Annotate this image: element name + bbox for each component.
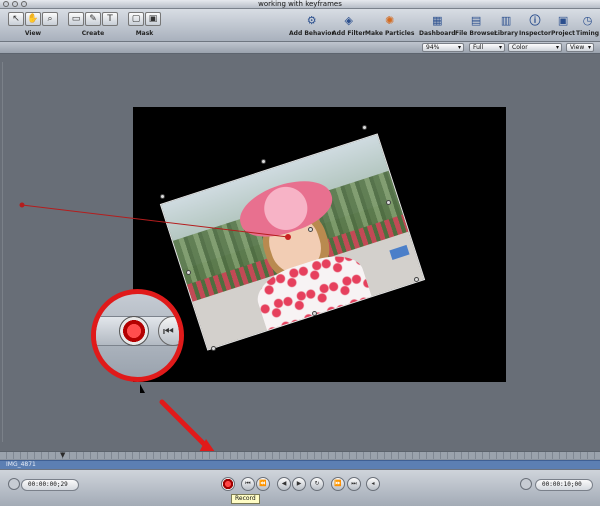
loop-button[interactable]: ↻	[310, 477, 324, 491]
current-time-field[interactable]: 00:00:00;29	[21, 479, 79, 491]
clip-name: IMG_4871	[6, 461, 36, 468]
audio-toggle-button[interactable]: ◂	[366, 477, 380, 491]
timeline-ruler[interactable]	[0, 452, 600, 459]
next-frame-button[interactable]: ⏩	[331, 477, 345, 491]
duration-display-toggle-icon[interactable]	[520, 478, 532, 490]
record-button[interactable]	[221, 477, 235, 491]
go-to-end-button[interactable]: ⏭	[347, 477, 361, 491]
clip-bar[interactable]	[0, 460, 600, 469]
previous-frame-button[interactable]: ◀	[277, 477, 291, 491]
time-display-toggle-icon[interactable]	[8, 478, 20, 490]
callout-arrow	[159, 399, 226, 468]
transport-bar: 00:00:00;29 ⏮ ⏪ ◀ ▶ ↻ ⏩ ⏭ ◂ 00:00:10;00	[0, 469, 600, 506]
play-from-start-button[interactable]: ⏮	[241, 477, 255, 491]
go-to-start-button[interactable]: ⏪	[256, 477, 270, 491]
duration-field[interactable]: 00:00:10;00	[535, 479, 593, 491]
record-tooltip: Record	[231, 494, 260, 504]
mini-timeline[interactable]: ▼ IMG_4871	[0, 451, 600, 469]
play-button[interactable]: ▶	[292, 477, 306, 491]
playhead-marker-icon[interactable]: ▼	[60, 452, 65, 459]
